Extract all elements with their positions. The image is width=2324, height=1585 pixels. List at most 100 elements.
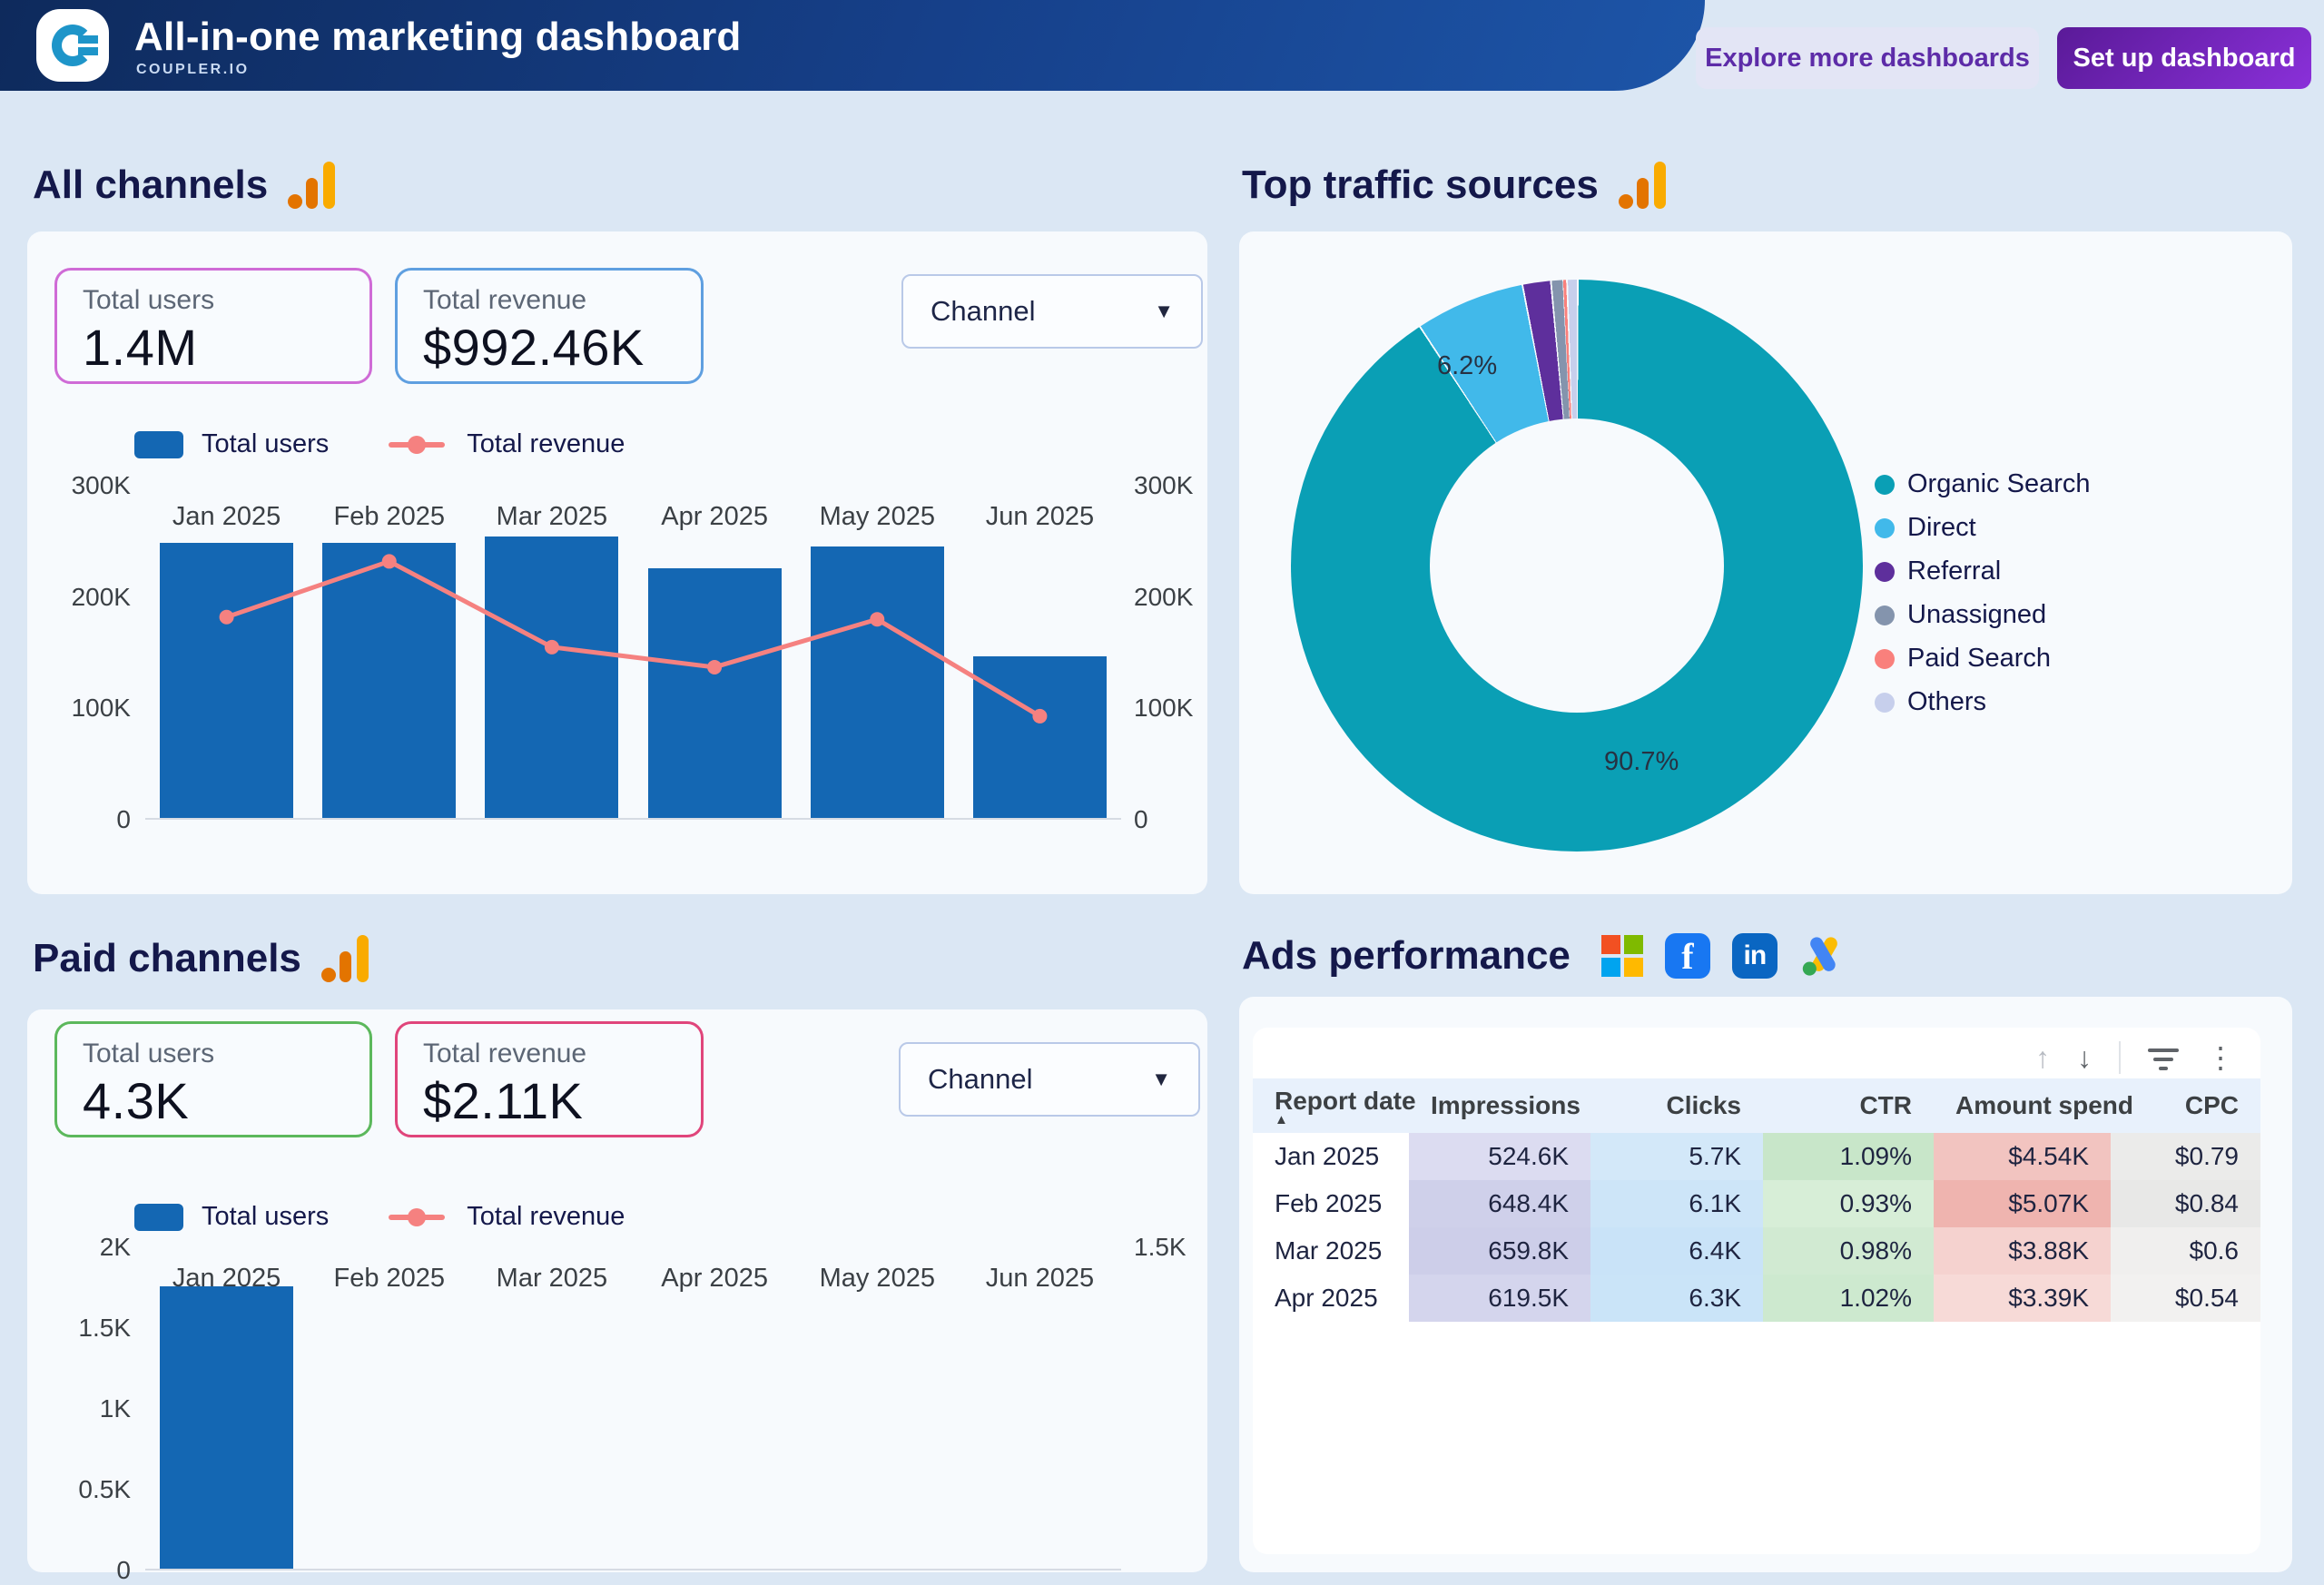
explore-dashboards-button[interactable]: Explore more dashboards: [1696, 27, 2039, 89]
top-traffic-panel: 6.2% 90.7% Organic SearchDirectReferralU…: [1239, 231, 2292, 894]
cell-value: 619.5K: [1409, 1275, 1590, 1322]
line-point: [220, 610, 234, 625]
channel-filter-dropdown[interactable]: Channel ▼: [901, 274, 1203, 349]
legend-item-direct[interactable]: Direct: [1875, 513, 2091, 543]
legend-item-referral[interactable]: Referral: [1875, 556, 2091, 586]
top-traffic-title: Top traffic sources: [1242, 162, 1599, 208]
direct-slice-label: 6.2%: [1437, 351, 1497, 381]
coupler-logo-icon: [52, 25, 94, 66]
cell-value: 1.09%: [1763, 1133, 1934, 1180]
line-legend-label[interactable]: Total revenue: [467, 1202, 625, 1232]
chart-plot-area: [145, 1247, 1121, 1570]
axis-tick-label: 100K: [1134, 694, 1193, 723]
legend-dot: [1875, 518, 1895, 538]
ads-table-card: ↑ ↓ ⋮ Report date ▲ Impressions Clicks C: [1253, 1028, 2260, 1554]
all-total-users-card: Total users 1.4M: [54, 268, 372, 384]
axis-tick-label: 1K: [100, 1394, 131, 1423]
cell-value: $3.39K: [1934, 1275, 2111, 1322]
paid-channels-panel: Total users 4.3K Total revenue $2.11K Ch…: [27, 1009, 1207, 1572]
cell-value: $0.84: [2111, 1180, 2260, 1227]
axis-tick-label: 0: [116, 1556, 131, 1585]
legend-label: Organic Search: [1907, 469, 2091, 499]
x-axis-labels: Jan 2025Feb 2025Mar 2025Apr 2025May 2025…: [145, 502, 1121, 532]
x-axis-label: Jun 2025: [959, 1264, 1121, 1294]
cell-value: 659.8K: [1409, 1227, 1590, 1275]
legend-dot: [1875, 562, 1895, 582]
ads-performance-title: Ads performance: [1242, 933, 1571, 979]
all-total-revenue-card: Total revenue $992.46K: [395, 268, 704, 384]
stat-label: Total revenue: [423, 1039, 675, 1069]
y-axis-left: 300K200K100K0: [45, 486, 145, 820]
x-axis-label: Mar 2025: [470, 502, 633, 532]
cell-value: 5.7K: [1590, 1133, 1763, 1180]
channel-filter-dropdown[interactable]: Channel ▼: [899, 1042, 1200, 1117]
google-analytics-icon: [288, 162, 335, 209]
google-ads-icon: [1799, 931, 1848, 980]
stat-value: $992.46K: [423, 318, 675, 377]
column-header-amount-spend[interactable]: Amount spend: [1934, 1078, 2111, 1133]
axis-tick-label: 2K: [100, 1233, 131, 1262]
toolbar-divider: [2119, 1041, 2121, 1074]
chevron-down-icon: ▼: [1151, 1068, 1171, 1091]
axis-tick-label: 300K: [72, 471, 131, 500]
legend-item-organic-search[interactable]: Organic Search: [1875, 469, 2091, 499]
column-header-clicks[interactable]: Clicks: [1590, 1078, 1763, 1133]
legend-item-others[interactable]: Others: [1875, 687, 2091, 717]
table-toolbar: ↑ ↓ ⋮: [1253, 1028, 2260, 1078]
cell-value: $4.54K: [1934, 1133, 2111, 1180]
paid-channels-title: Paid channels: [33, 936, 301, 981]
stat-label: Total users: [83, 1039, 344, 1069]
cell-report-date: Apr 2025: [1253, 1275, 1409, 1322]
legend-dot: [1875, 605, 1895, 625]
paid-channels-header: Paid channels: [33, 935, 369, 982]
line-point: [545, 640, 559, 655]
combo-chart-legend: Total users Total revenue: [134, 1202, 625, 1232]
bar-legend-swatch[interactable]: [134, 1204, 183, 1231]
setup-dashboard-button[interactable]: Set up dashboard: [2057, 27, 2311, 89]
kebab-menu-icon[interactable]: ⋮: [2206, 1043, 2235, 1072]
bar-legend-label[interactable]: Total users: [202, 1202, 329, 1232]
column-header-impressions[interactable]: Impressions: [1409, 1078, 1590, 1133]
axis-tick-label: 100K: [72, 694, 131, 723]
chart-plot-area: [145, 486, 1121, 820]
stat-label: Total users: [83, 285, 344, 316]
marketing-dashboard: { "header": { "title": "All-in-one marke…: [0, 0, 2324, 1333]
legend-label: Referral: [1907, 556, 2001, 586]
legend-label: Unassigned: [1907, 600, 2046, 630]
bar-legend-label[interactable]: Total users: [202, 429, 329, 459]
cell-value: 0.98%: [1763, 1227, 1934, 1275]
legend-item-unassigned[interactable]: Unassigned: [1875, 600, 2091, 630]
y-axis-right: 1.5K: [1121, 1247, 1207, 1570]
users-revenue-combo-chart: 300K200K100K0 300K200K100K0 Jan 2025Feb …: [45, 486, 1207, 820]
bar-legend-swatch[interactable]: [134, 431, 183, 458]
legend-dot: [1875, 693, 1895, 713]
legend-item-paid-search[interactable]: Paid Search: [1875, 644, 2091, 674]
x-axis-label: Apr 2025: [634, 502, 796, 532]
sort-up-icon[interactable]: ↑: [2035, 1043, 2050, 1072]
cell-report-date: Mar 2025: [1253, 1227, 1409, 1275]
filter-icon[interactable]: [2148, 1045, 2179, 1070]
column-header-ctr[interactable]: CTR: [1763, 1078, 1934, 1133]
axis-tick-label: 200K: [72, 583, 131, 612]
cell-value: $0.6: [2111, 1227, 2260, 1275]
stat-value: $2.11K: [423, 1071, 675, 1130]
cell-value: 524.6K: [1409, 1133, 1590, 1180]
line-legend-swatch[interactable]: [389, 442, 445, 448]
cell-value: 648.4K: [1409, 1180, 1590, 1227]
all-channels-title: All channels: [33, 162, 268, 208]
sort-down-icon[interactable]: ↓: [2077, 1043, 2092, 1072]
cell-value: $3.88K: [1934, 1227, 2111, 1275]
line-series: [145, 1247, 1121, 1570]
line-series: [145, 486, 1121, 820]
line-legend-label[interactable]: Total revenue: [467, 429, 625, 459]
x-axis-label: May 2025: [796, 1264, 959, 1294]
google-analytics-icon: [1619, 162, 1666, 209]
cell-value: $0.79: [2111, 1133, 2260, 1180]
axis-tick-label: 0.5K: [78, 1475, 131, 1504]
dropdown-selected-value: Channel: [931, 295, 1035, 328]
x-axis-label: Apr 2025: [634, 1264, 796, 1294]
coupler-logo: [36, 9, 109, 82]
line-legend-swatch[interactable]: [389, 1215, 445, 1220]
column-header-report-date[interactable]: Report date ▲: [1253, 1078, 1409, 1133]
table-row: Apr 2025619.5K6.3K1.02%$3.39K$0.54: [1253, 1275, 2260, 1322]
